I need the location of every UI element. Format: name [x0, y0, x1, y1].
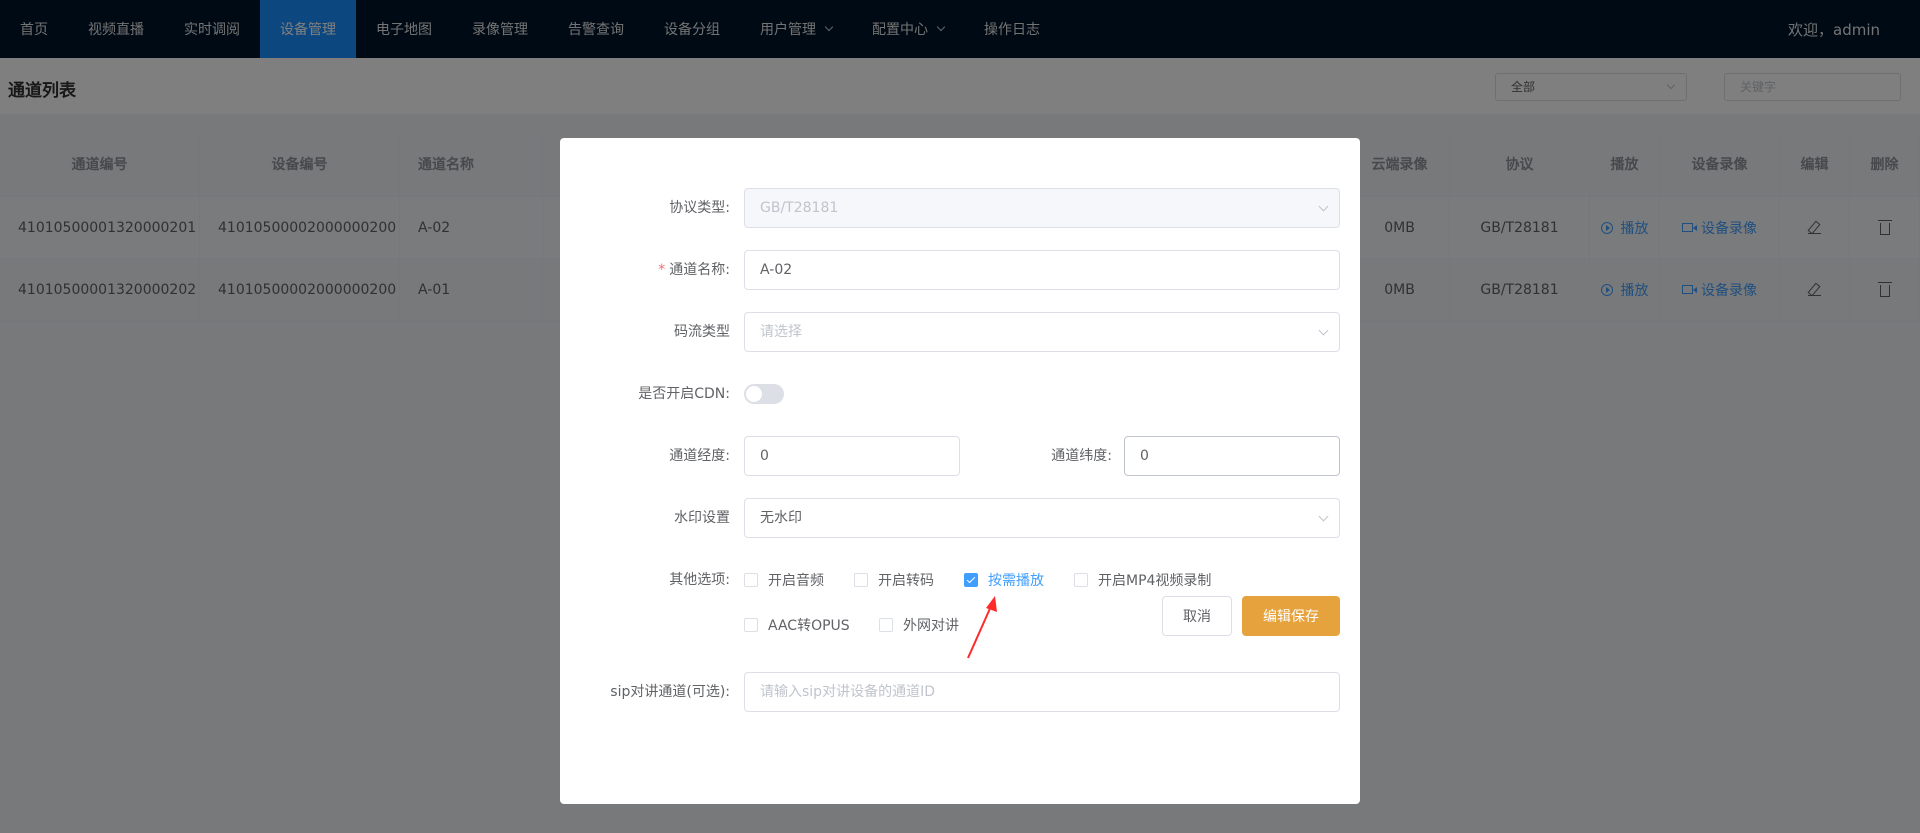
- checkbox-box: [854, 573, 868, 587]
- checkbox-box: [1074, 573, 1088, 587]
- channel-name-input[interactable]: A-02: [744, 250, 1340, 290]
- checkbox-box: [879, 618, 893, 632]
- annotation-arrow-icon: [967, 596, 997, 659]
- checkbox-box: [744, 573, 758, 587]
- row-channel-name: * 通道名称: A-02: [560, 250, 1360, 290]
- row-sip: sip对讲通道(可选): 请输入sip对讲设备的通道ID: [560, 672, 1360, 712]
- protocol-label: 协议类型:: [669, 200, 730, 216]
- stream-type-label: 码流类型: [674, 324, 730, 340]
- cdn-label: 是否开启CDN:: [638, 386, 730, 402]
- row-options-2: AAC转OPUS 外网对讲: [560, 605, 1360, 645]
- edit-channel-dialog: 协议类型: GB/T28181 * 通道名称: A-02 码流类型 请选择 是否开…: [560, 138, 1360, 804]
- checkbox-label: 外网对讲: [903, 618, 959, 634]
- latitude-label: 通道纬度:: [1051, 448, 1112, 464]
- stream-type-placeholder: 请选择: [760, 324, 802, 340]
- required-asterisk: *: [658, 262, 666, 278]
- row-options: 其他选项: 开启音频 开启转码 按需播放 开启MP4视频录制: [560, 560, 1360, 600]
- checkbox-label: AAC转OPUS: [768, 618, 850, 634]
- checkbox-audio[interactable]: 开启音频: [744, 560, 824, 600]
- save-button[interactable]: 编辑保存: [1242, 596, 1340, 636]
- row-cdn: 是否开启CDN:: [560, 374, 1360, 414]
- channel-name-label-text: 通道名称:: [669, 262, 730, 278]
- checkbox-box: [744, 618, 758, 632]
- checkbox-label: 开启音频: [768, 573, 824, 589]
- sip-channel-input[interactable]: 请输入sip对讲设备的通道ID: [744, 672, 1340, 712]
- chevron-down-icon: [1318, 325, 1329, 336]
- row-stream-type: 码流类型 请选择: [560, 312, 1360, 352]
- watermark-value: 无水印: [760, 510, 802, 526]
- row-protocol: 协议类型: GB/T28181: [560, 188, 1360, 228]
- channel-name-label: * 通道名称:: [658, 250, 730, 290]
- checkbox-aac-opus[interactable]: AAC转OPUS: [744, 605, 850, 645]
- row-coordinates: 通道经度: 0 通道纬度: 0: [560, 436, 1360, 476]
- longitude-input[interactable]: 0: [744, 436, 960, 476]
- watermark-label: 水印设置: [674, 510, 730, 526]
- longitude-label: 通道经度:: [669, 448, 730, 464]
- protocol-select: GB/T28181: [744, 188, 1340, 228]
- options-label: 其他选项:: [669, 572, 730, 588]
- chevron-down-icon: [1318, 201, 1329, 212]
- checkbox-mp4-record[interactable]: 开启MP4视频录制: [1074, 560, 1211, 600]
- checkbox-external-talk[interactable]: 外网对讲: [879, 605, 959, 645]
- cdn-toggle[interactable]: [744, 384, 784, 404]
- row-watermark: 水印设置 无水印: [560, 498, 1360, 538]
- checkbox-on-demand[interactable]: 按需播放: [964, 560, 1044, 600]
- stream-type-select[interactable]: 请选择: [744, 312, 1340, 352]
- checkbox-box: [964, 573, 978, 587]
- cancel-button[interactable]: 取消: [1162, 596, 1232, 636]
- protocol-value: GB/T28181: [760, 200, 839, 216]
- checkbox-label: 开启转码: [878, 573, 934, 589]
- checkbox-label: 开启MP4视频录制: [1098, 573, 1212, 589]
- chevron-down-icon: [1318, 511, 1329, 522]
- sip-label: sip对讲通道(可选):: [610, 684, 730, 700]
- checkbox-label: 按需播放: [988, 573, 1044, 589]
- checkbox-transcode[interactable]: 开启转码: [854, 560, 934, 600]
- watermark-select[interactable]: 无水印: [744, 498, 1340, 538]
- latitude-input[interactable]: 0: [1124, 436, 1340, 476]
